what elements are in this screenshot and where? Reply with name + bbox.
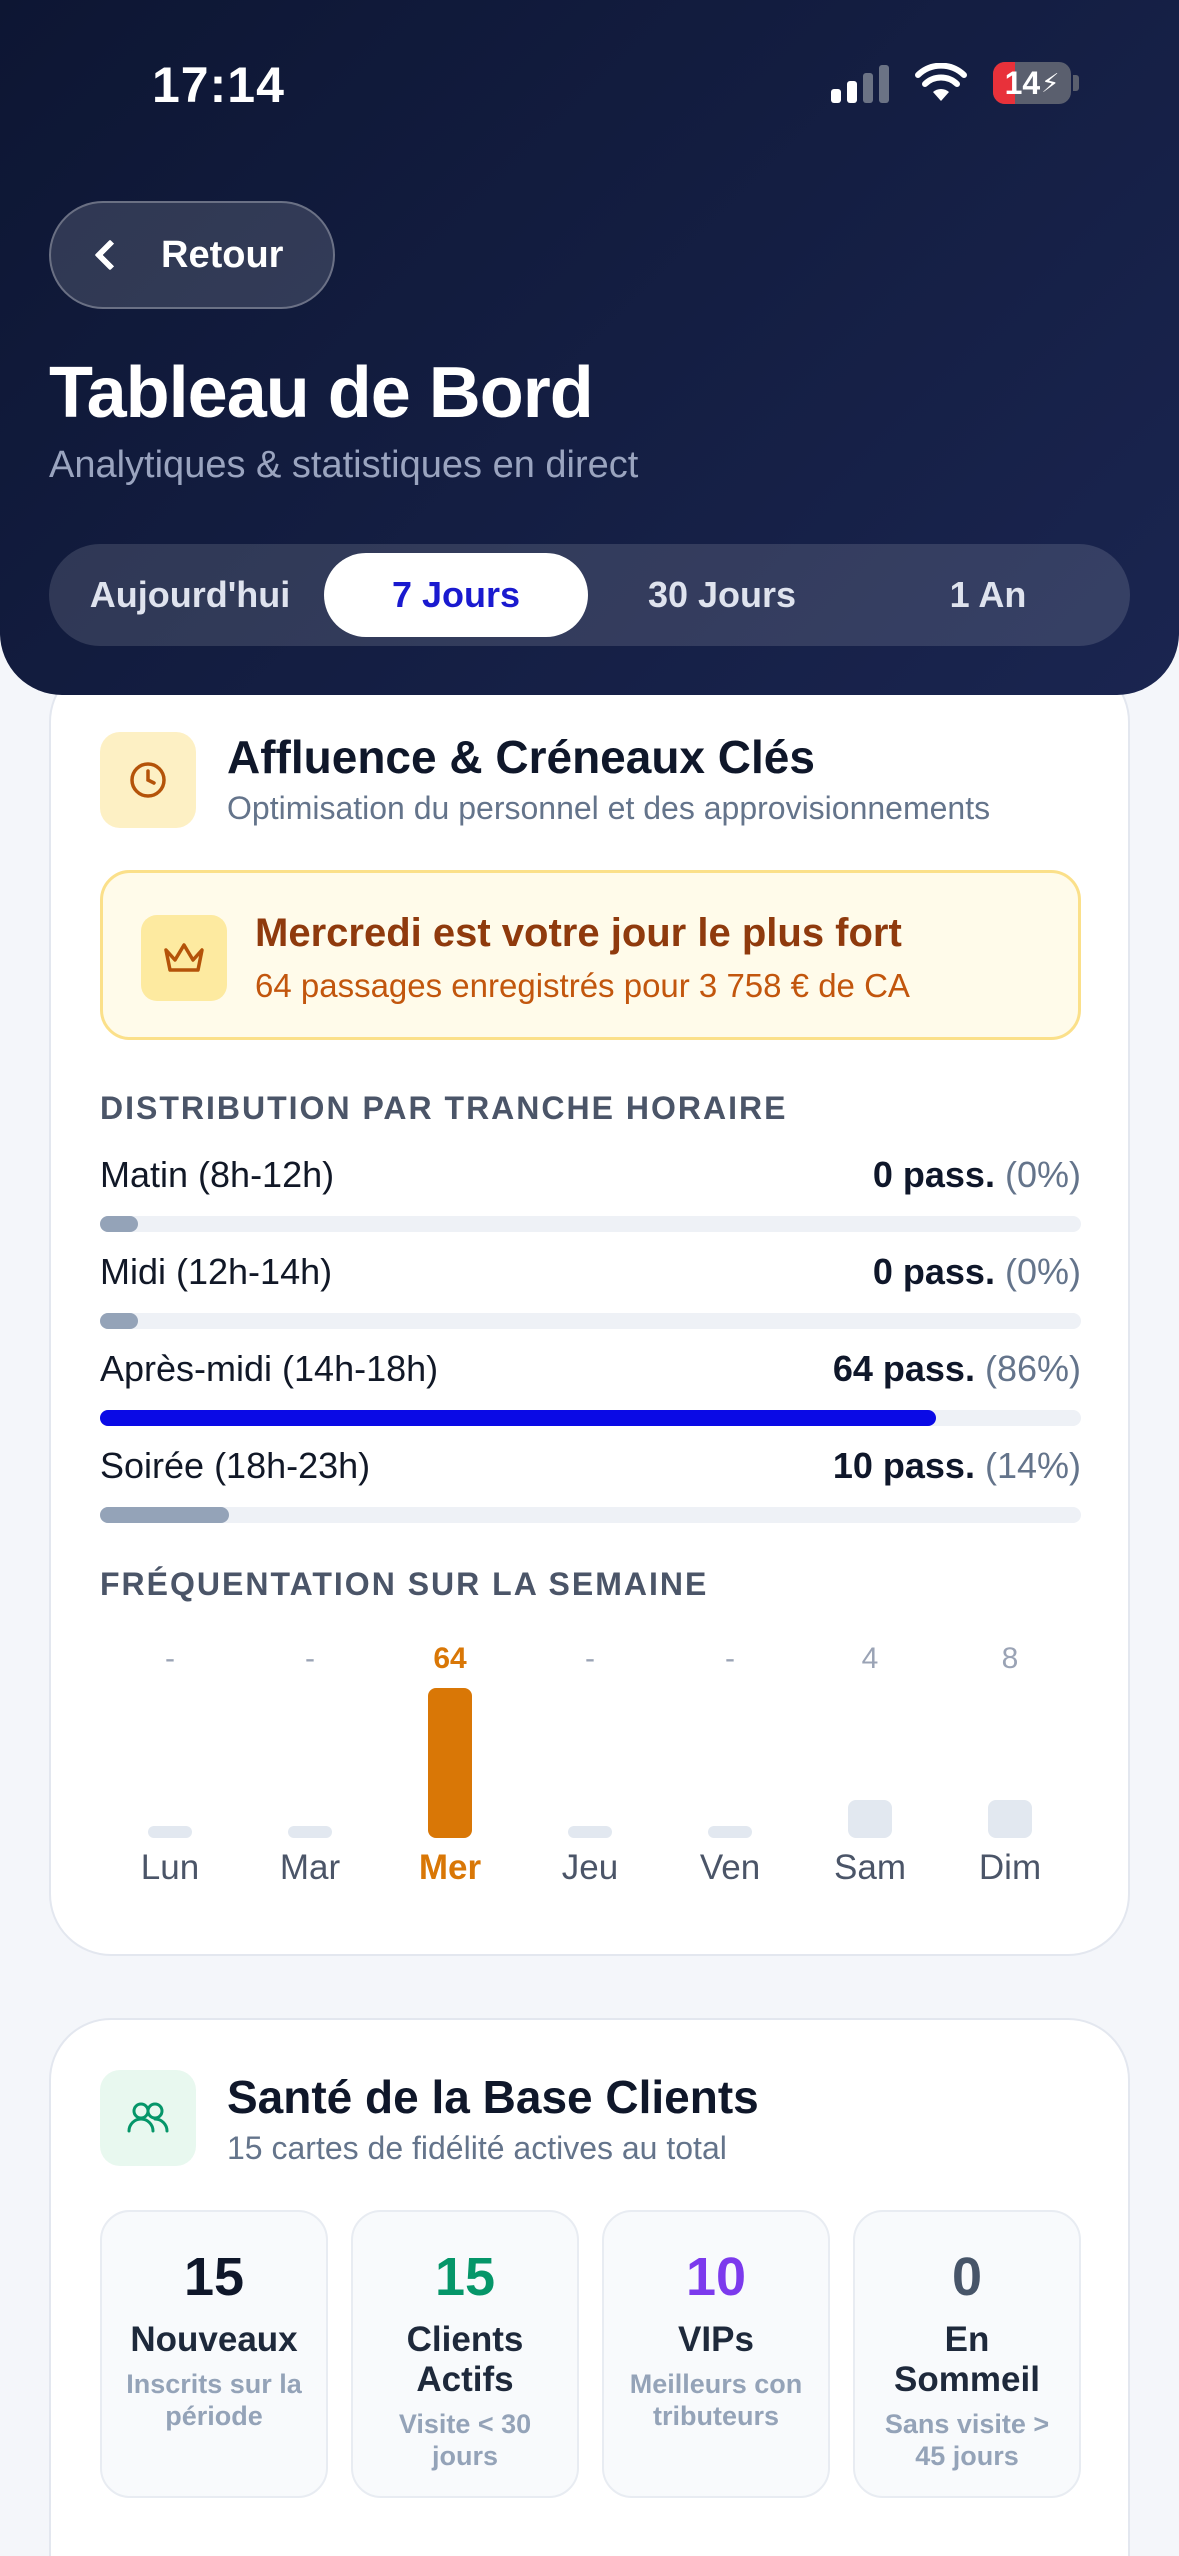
week-title: FRÉQUENTATION SUR LA SEMAINE bbox=[100, 1566, 709, 1602]
best-day-title: Mercredi est votre jour le plus fort bbox=[255, 911, 902, 955]
slot-value: 0 pass. (0%) bbox=[872, 1154, 1081, 1195]
period-tabs: Aujourd'hui 7 Jours 30 Jours 1 An bbox=[49, 544, 1130, 646]
slot-bar bbox=[100, 1216, 138, 1232]
slot-row: Midi (12h-14h) 0 pass. (0%) bbox=[100, 1251, 1081, 1331]
battery-icon: 14 ⚡ bbox=[993, 62, 1071, 104]
day-column: 64 Mer bbox=[380, 1642, 520, 1912]
clients-subtitle: 15 cartes de fidélité actives au total bbox=[227, 2130, 727, 2166]
best-day-subtitle: 64 passages enregistrés pour 3 758 € de … bbox=[255, 967, 910, 1004]
day-column: - Mar bbox=[240, 1642, 380, 1912]
slot-value: 10 pass. (14%) bbox=[832, 1445, 1081, 1486]
stat-dormant: 0 En Sommeil Sans visite > 45 jours bbox=[853, 2210, 1081, 2498]
day-label: Jeu bbox=[561, 1848, 619, 1887]
day-column: 4 Sam bbox=[800, 1642, 940, 1912]
day-bar bbox=[708, 1826, 752, 1838]
day-bar bbox=[568, 1826, 612, 1838]
tab-30-days[interactable]: 30 Jours bbox=[590, 553, 854, 637]
stat-desc: Sans visite > 45 jours bbox=[884, 2409, 1050, 2471]
day-value: - bbox=[585, 1642, 595, 1675]
day-value: 4 bbox=[861, 1642, 879, 1675]
day-bar bbox=[428, 1688, 472, 1838]
day-value: - bbox=[305, 1642, 315, 1675]
slot-label: Midi (12h-14h) bbox=[100, 1251, 333, 1292]
back-label: Retour bbox=[161, 233, 284, 276]
day-column: - Ven bbox=[660, 1642, 800, 1912]
day-column: - Jeu bbox=[520, 1642, 660, 1912]
day-label: Mar bbox=[279, 1848, 341, 1887]
stat-label: Clients Actifs Visite < 30 jours bbox=[361, 2320, 569, 2472]
slot-bar bbox=[100, 1507, 230, 1523]
slot-track bbox=[100, 1216, 1081, 1232]
stat-number: 10 bbox=[685, 2247, 747, 2307]
day-label: Mer bbox=[418, 1848, 482, 1887]
stat-desc: Visite < 30 jours bbox=[398, 2409, 532, 2471]
clock-icon bbox=[100, 732, 196, 828]
stat-label: En Sommeil Sans visite > 45 jours bbox=[863, 2320, 1071, 2472]
status-icons: 14 ⚡ bbox=[831, 62, 1079, 104]
back-button[interactable]: Retour bbox=[49, 201, 335, 309]
clients-card: Santé de la Base Clients 15 cartes de fi… bbox=[49, 2018, 1130, 2556]
stat-number: 15 bbox=[434, 2247, 496, 2307]
day-label: Lun bbox=[140, 1848, 200, 1887]
week-chart: - Lun - Mar 64 Mer - Jeu - Ven 4 Sam 8 D… bbox=[100, 1642, 1081, 1912]
stat-new: 15 Nouveaux Inscrits sur la période bbox=[100, 2210, 328, 2498]
day-value: 8 bbox=[1001, 1642, 1019, 1675]
tab-7-days[interactable]: 7 Jours bbox=[324, 553, 588, 637]
best-day-banner: Mercredi est votre jour le plus fort 64 … bbox=[100, 870, 1081, 1040]
users-icon bbox=[100, 2070, 196, 2166]
tab-1-year[interactable]: 1 An bbox=[856, 553, 1120, 637]
slot-track bbox=[100, 1313, 1081, 1329]
clients-title: Santé de la Base Clients bbox=[227, 2071, 759, 2123]
day-bar bbox=[988, 1800, 1032, 1838]
wifi-icon bbox=[915, 63, 967, 101]
slot-track bbox=[100, 1507, 1081, 1523]
page-subtitle: Analytiques & statistiques en direct bbox=[49, 444, 639, 486]
slot-bar bbox=[100, 1313, 138, 1329]
page-title: Tableau de Bord bbox=[49, 353, 594, 433]
day-column: 8 Dim bbox=[940, 1642, 1080, 1912]
slot-value: 0 pass. (0%) bbox=[872, 1251, 1081, 1292]
day-bar bbox=[288, 1826, 332, 1838]
stat-vip: 10 VIPs Meilleurs contributeurs bbox=[602, 2210, 830, 2498]
slot-row: Matin (8h-12h) 0 pass. (0%) bbox=[100, 1154, 1081, 1234]
stat-desc: Meilleurs contributeurs bbox=[629, 2369, 803, 2431]
slot-bar bbox=[100, 1410, 936, 1426]
distribution-title: DISTRIBUTION PAR TRANCHE HORAIRE bbox=[100, 1090, 788, 1126]
slot-row: Après-midi (14h-18h) 64 pass. (86%) bbox=[100, 1348, 1081, 1428]
affluence-card: Affluence & Créneaux Clés Optimisation d… bbox=[49, 660, 1130, 1956]
stat-number: 15 bbox=[183, 2247, 245, 2307]
stat-number: 0 bbox=[951, 2247, 983, 2307]
tab-today[interactable]: Aujourd'hui bbox=[58, 553, 322, 637]
day-value: - bbox=[725, 1642, 735, 1675]
status-time: 17:14 bbox=[152, 57, 285, 113]
stat-label: Nouveaux Inscrits sur la période bbox=[110, 2320, 318, 2432]
stat-desc: Inscrits sur la période bbox=[126, 2369, 302, 2431]
slot-label: Soirée (18h-23h) bbox=[100, 1445, 371, 1486]
slot-track bbox=[100, 1410, 1081, 1426]
slot-row: Soirée (18h-23h) 10 pass. (14%) bbox=[100, 1445, 1081, 1525]
affluence-title: Affluence & Créneaux Clés bbox=[227, 731, 815, 783]
cellular-signal-icon bbox=[831, 63, 889, 103]
slot-value: 64 pass. (86%) bbox=[832, 1348, 1081, 1389]
day-value: - bbox=[165, 1642, 175, 1675]
chevron-left-icon bbox=[94, 239, 126, 271]
day-column: - Lun bbox=[100, 1642, 240, 1912]
slot-label: Matin (8h-12h) bbox=[100, 1154, 335, 1195]
day-value: 64 bbox=[433, 1642, 467, 1675]
header: 17:14 14 ⚡ Retour Tableau de Bord Analyt… bbox=[0, 0, 1179, 695]
battery-level: 14 bbox=[1004, 64, 1041, 101]
stat-active: 15 Clients Actifs Visite < 30 jours bbox=[351, 2210, 579, 2498]
slot-label: Après-midi (14h-18h) bbox=[100, 1348, 439, 1389]
day-bar bbox=[148, 1826, 192, 1838]
stat-label: VIPs Meilleurs contributeurs bbox=[612, 2320, 820, 2432]
crown-icon bbox=[141, 915, 227, 1001]
day-label: Dim bbox=[978, 1848, 1042, 1887]
day-bar bbox=[848, 1800, 892, 1838]
affluence-subtitle: Optimisation du personnel et des approvi… bbox=[227, 790, 991, 826]
day-label: Ven bbox=[699, 1848, 761, 1887]
day-label: Sam bbox=[834, 1848, 906, 1887]
